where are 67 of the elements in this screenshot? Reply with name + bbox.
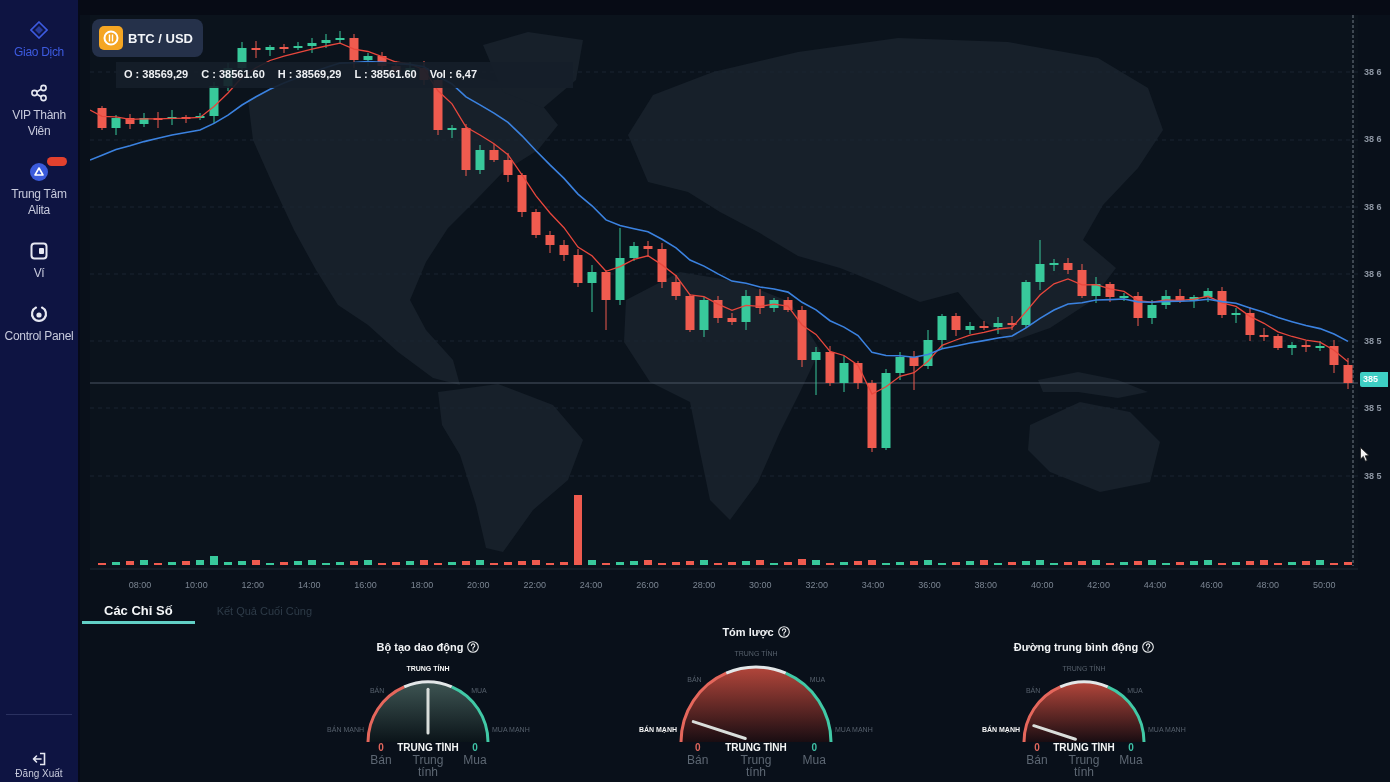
help-icon[interactable] — [1142, 641, 1155, 653]
sidebar-item[interactable]: VIP Thành Viên — [0, 84, 79, 139]
legend-label: Mua — [1119, 754, 1143, 766]
legend-label: Bán — [687, 754, 709, 766]
time-label: 08:00 — [127, 580, 153, 590]
legend-label: Mua — [463, 754, 487, 766]
time-label: 36:00 — [917, 580, 942, 590]
time-label: 40:00 — [1029, 580, 1055, 590]
time-label: 12:00 — [240, 580, 266, 590]
time-label: 22:00 — [522, 580, 547, 590]
time-label: 14:00 — [296, 580, 322, 590]
gauge-result: TRUNG TÍNH — [1053, 742, 1115, 754]
legend-label: Trung tính — [739, 754, 773, 778]
time-label: 42:00 — [1086, 580, 1111, 590]
price-label: 38 6 — [1363, 66, 1383, 78]
gauge-result: TRUNG TÍNH — [397, 742, 459, 754]
time-label: 26:00 — [635, 580, 660, 590]
time-label: 16:00 — [353, 580, 378, 590]
time-label: 28:00 — [691, 580, 717, 590]
price-tag: 385 — [1360, 372, 1388, 387]
legend-label: Bán — [370, 754, 392, 766]
time-label: 20:00 — [466, 580, 491, 590]
logout-button[interactable]: Đăng Xuất — [15, 752, 63, 782]
gauge-result: TRUNG TÍNH — [725, 742, 787, 754]
time-label: 10:00 — [184, 580, 209, 590]
count-value: 0 — [1033, 742, 1041, 754]
time-label: 34:00 — [860, 580, 886, 590]
price-label: 38 5 — [1363, 335, 1383, 348]
count-value: 0 — [1127, 742, 1135, 754]
wallet-icon — [30, 242, 48, 260]
legend-label: Trung tính — [411, 754, 445, 778]
time-label: 48:00 — [1255, 580, 1281, 590]
logout-icon — [32, 752, 46, 766]
gauge-title: Đường trung bình động — [1013, 641, 1139, 653]
count-value: 0 — [810, 742, 819, 754]
help-icon[interactable] — [777, 626, 790, 638]
share-icon — [30, 84, 48, 102]
gauge-title: Tóm lược — [722, 626, 774, 638]
time-label: 30:00 — [748, 580, 773, 590]
gauge-title: Bộ tạo dao động — [376, 641, 464, 653]
triangle-circle-icon — [30, 163, 48, 181]
price-label: 38 6 — [1363, 267, 1383, 280]
sidebar-item[interactable]: Control Panel — [0, 305, 79, 344]
ring-icon — [30, 305, 48, 323]
time-label: 32:00 — [804, 580, 829, 590]
sidebar-item[interactable]: Ví — [0, 242, 79, 281]
price-label: 38 5 — [1363, 469, 1383, 482]
count-value: 0 — [377, 742, 385, 754]
legend-label: Trung tính — [1067, 754, 1101, 778]
time-label: 18:00 — [409, 580, 435, 590]
time-label: 44:00 — [1142, 580, 1168, 590]
time-label: 24:00 — [578, 580, 604, 590]
price-label: 38 6 — [1363, 200, 1383, 213]
legend-label: Mua — [802, 754, 826, 766]
tab[interactable]: Các Chỉ Số — [82, 600, 195, 624]
count-value: 0 — [471, 742, 479, 754]
diamond-icon — [30, 21, 48, 39]
time-label: 46:00 — [1199, 580, 1224, 590]
legend-label: Bán — [1026, 754, 1048, 766]
help-icon[interactable] — [467, 641, 480, 653]
price-label: 38 5 — [1363, 402, 1383, 415]
price-label: 38 6 — [1363, 133, 1383, 146]
mouse-pointer-icon — [1360, 447, 1370, 462]
sidebar-item[interactable]: Trung Tâm Alita — [0, 163, 79, 218]
time-label: 38:00 — [973, 580, 999, 590]
count-value: 0 — [693, 742, 702, 754]
time-label: 50:00 — [1311, 580, 1337, 590]
